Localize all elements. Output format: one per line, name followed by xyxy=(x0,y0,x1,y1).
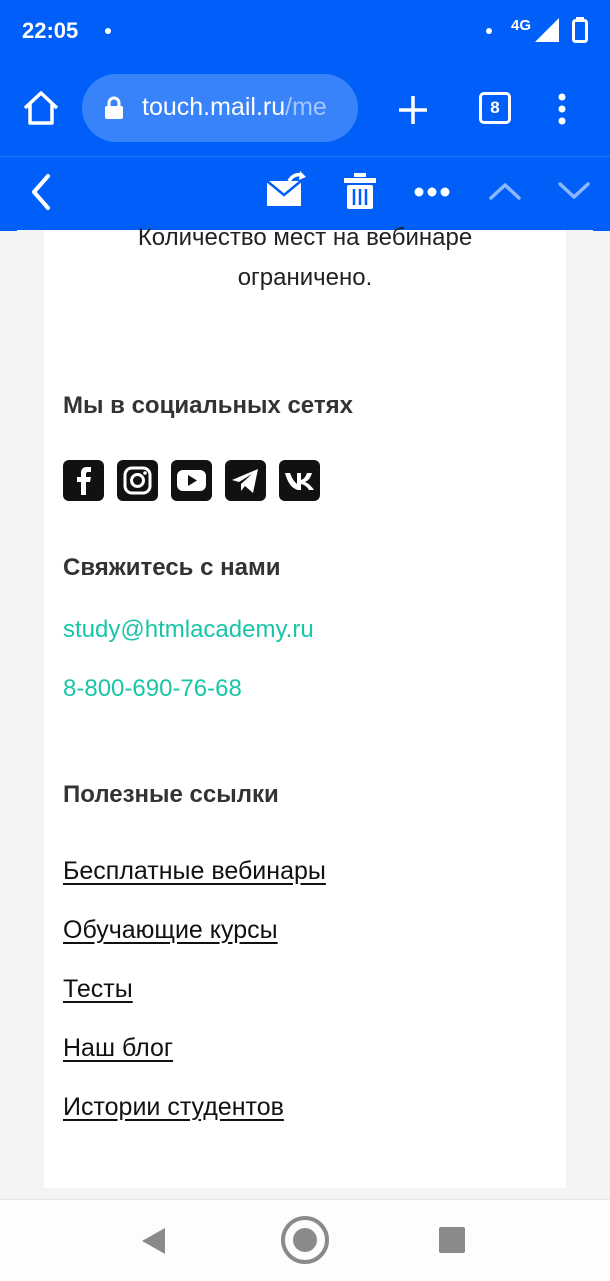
status-time: 22:05 xyxy=(22,18,79,43)
seats-limited-text: Количество мест на вебинаре ограничено. xyxy=(44,218,566,298)
contact-phone-link[interactable]: 8-800-690-76-68 xyxy=(63,675,242,703)
browser-toolbar: touch.mail.ru/me 8 xyxy=(0,62,610,156)
notification-dot xyxy=(105,28,111,34)
battery-icon xyxy=(572,17,588,43)
contact-email-link[interactable]: study@htmlacademy.ru xyxy=(63,616,314,644)
lock-icon xyxy=(105,96,123,119)
facebook-icon[interactable] xyxy=(63,460,104,501)
link-courses[interactable]: Обучающие курсы xyxy=(63,916,278,945)
system-nav-bar xyxy=(0,1199,610,1281)
links-heading: Полезные ссылки xyxy=(63,781,279,808)
intro-line-2: ограничено. xyxy=(237,264,373,291)
network-type: 4G xyxy=(511,17,532,34)
contact-heading: Свяжитесь с нами xyxy=(63,554,281,581)
link-blog[interactable]: Наш блог xyxy=(63,1034,173,1063)
email-card: Количество мест на вебинаре ограничено. … xyxy=(44,224,566,1188)
link-student-stories[interactable]: Истории студентов xyxy=(63,1093,284,1122)
signal-icon xyxy=(535,18,559,42)
url-text: touch.mail.ru/me xyxy=(142,93,327,121)
new-tab-icon[interactable] xyxy=(397,94,429,126)
social-heading: Мы в социальных сетях xyxy=(63,392,353,419)
link-free-webinars[interactable]: Бесплатные вебинары xyxy=(63,857,326,886)
menu-dots-icon[interactable] xyxy=(555,92,569,126)
chevron-down-icon[interactable] xyxy=(557,181,591,201)
intro-line-1: Количество мест на вебинаре xyxy=(137,224,473,251)
email-body: Количество мест на вебинаре ограничено. … xyxy=(17,224,593,1198)
youtube-icon[interactable] xyxy=(171,460,212,501)
nav-recents-icon[interactable] xyxy=(439,1227,465,1253)
more-dots-icon[interactable] xyxy=(414,187,450,197)
chevron-up-icon[interactable] xyxy=(488,181,522,201)
back-chevron-icon[interactable] xyxy=(30,173,52,211)
url-bar[interactable]: touch.mail.ru/me xyxy=(82,74,358,142)
tab-switcher-button[interactable]: 8 xyxy=(479,92,511,124)
telegram-icon[interactable] xyxy=(225,460,266,501)
vk-icon[interactable] xyxy=(279,460,320,501)
home-icon[interactable] xyxy=(22,90,60,126)
nav-back-icon[interactable] xyxy=(141,1227,167,1255)
move-mail-icon[interactable] xyxy=(264,171,306,209)
trash-icon[interactable] xyxy=(344,173,376,209)
instagram-icon[interactable] xyxy=(117,460,158,501)
nav-home-icon[interactable] xyxy=(280,1215,330,1265)
status-bar: 22:05 4G xyxy=(0,0,610,62)
status-dot xyxy=(486,28,492,34)
link-tests[interactable]: Тесты xyxy=(63,975,133,1004)
